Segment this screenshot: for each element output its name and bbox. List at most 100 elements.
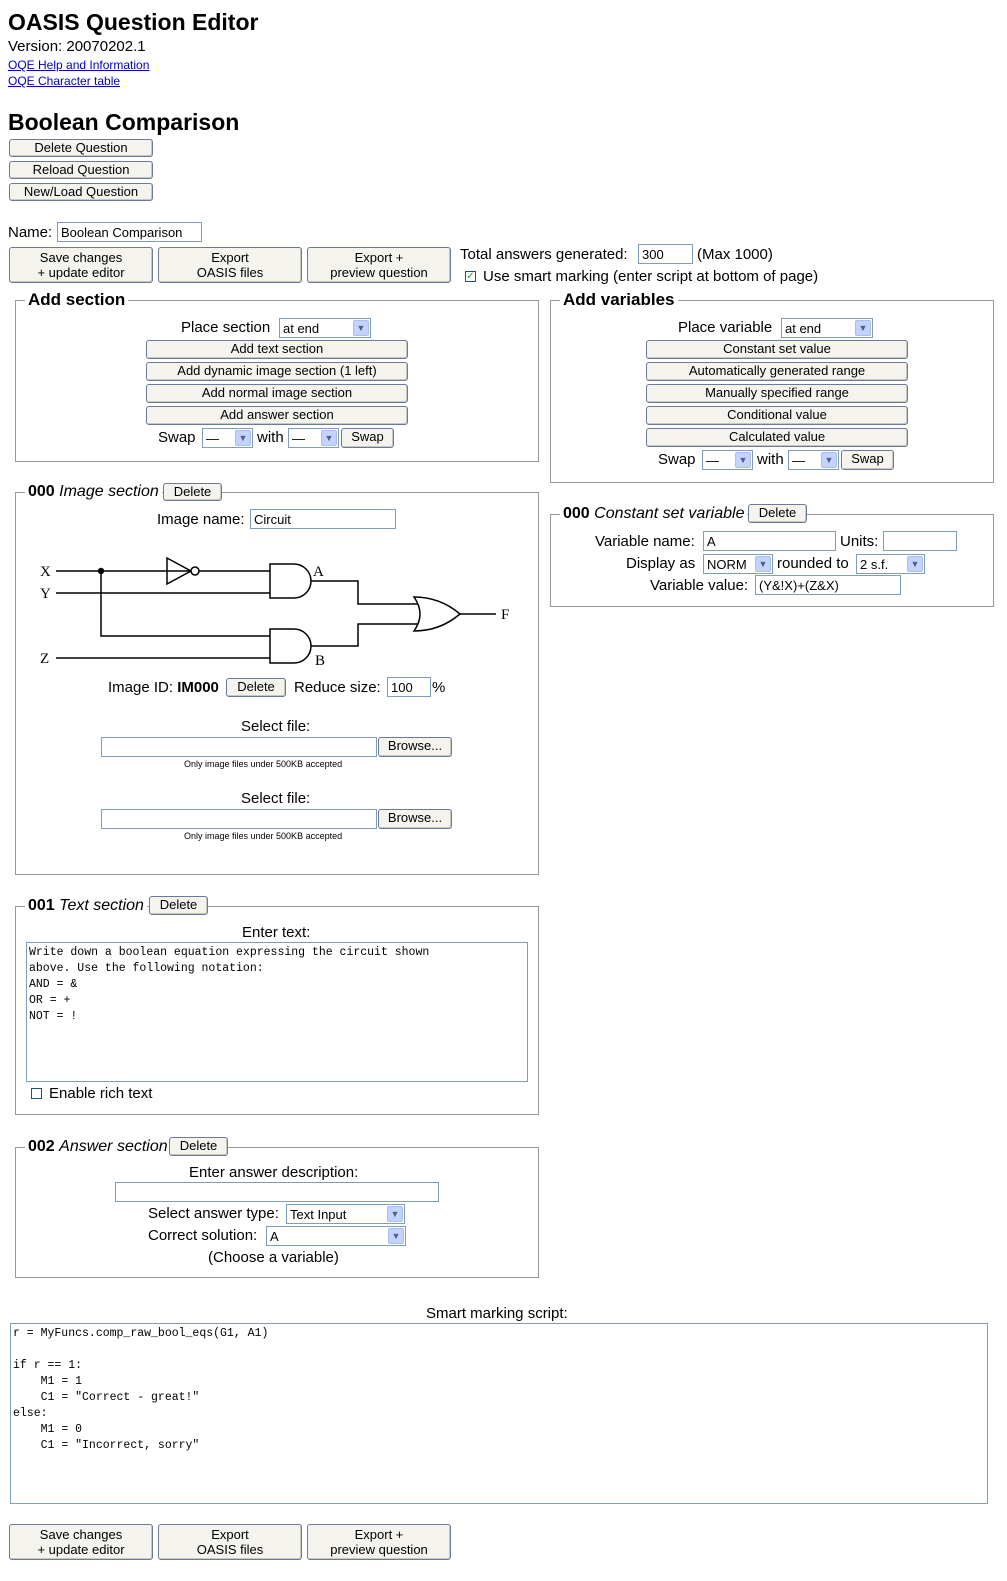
units-label: Units: (840, 533, 879, 550)
delete-question-button[interactable]: Delete Question (9, 139, 153, 157)
text-section-textarea[interactable]: Write down a boolean equation expressing… (26, 942, 528, 1082)
add-text-section-button[interactable]: Add text section (146, 340, 408, 359)
circuit-diagram: X Y Z A B F (40, 556, 509, 669)
wire-a-out (311, 580, 418, 605)
variable-name-input[interactable] (703, 531, 836, 551)
swap-from-select[interactable]: — ▼ (202, 428, 253, 448)
var-swap-label: Swap (658, 451, 696, 468)
answer-type-select[interactable]: Text Input ▼ (286, 1204, 405, 1224)
variable-value-input[interactable] (755, 575, 901, 595)
label-f: F (501, 607, 509, 623)
swap-to-select[interactable]: — ▼ (288, 428, 339, 448)
save-line1: Save changes (39, 250, 123, 265)
and-gate-a (269, 563, 312, 599)
text-section-legend: 001 Text section (25, 897, 147, 915)
place-section-select[interactable]: at end ▼ (279, 318, 371, 338)
calculated-value-button[interactable]: Calculated value (646, 428, 908, 447)
var-swap-from-select[interactable]: — ▼ (702, 450, 753, 470)
enter-text-label: Enter text: (242, 924, 311, 941)
total-max-label: (Max 1000) (697, 246, 773, 263)
browse-button-2[interactable]: Browse... (378, 809, 452, 829)
text-section-type: Text section (59, 897, 144, 914)
rounded-to-select[interactable]: 2 s.f. ▼ (856, 554, 925, 574)
chevron-down-icon: ▼ (388, 1228, 404, 1244)
variable-name-label: Variable name: (595, 533, 695, 550)
variable-type: Constant set variable (594, 505, 745, 522)
new-load-question-button[interactable]: New/Load Question (9, 183, 153, 201)
add-normal-image-button[interactable]: Add normal image section (146, 384, 408, 403)
delete-image-button[interactable]: Delete (226, 678, 286, 697)
reduce-size-input[interactable] (387, 677, 431, 697)
place-section-label: Place section (181, 319, 271, 336)
file-input-2[interactable] (101, 809, 377, 829)
version-text: Version: 20070202.1 (8, 38, 146, 55)
answer-desc-input[interactable] (115, 1182, 439, 1202)
help-link[interactable]: OQE Help and Information (8, 58, 149, 72)
var-swap-from-value: — (706, 453, 719, 468)
add-answer-section-button[interactable]: Add answer section (146, 406, 408, 425)
smart-marking-checkbox[interactable]: ✓ (465, 271, 476, 282)
export-oasis-button[interactable]: Export OASIS files (158, 247, 302, 283)
total-answers-label: Total answers generated: (460, 246, 628, 263)
image-name-input[interactable] (250, 509, 396, 529)
add-dynamic-image-button[interactable]: Add dynamic image section (1 left) (146, 362, 408, 381)
smart-marking-label: Use smart marking (enter script at botto… (483, 268, 819, 285)
manual-range-button[interactable]: Manually specified range (646, 384, 908, 403)
preview-line1-bottom: Export + (354, 1527, 404, 1542)
display-as-select[interactable]: NORM ▼ (703, 554, 773, 574)
rounded-to-value: 2 s.f. (860, 557, 889, 572)
answer-section-type: Answer section (59, 1138, 168, 1155)
delete-image-section-button[interactable]: Delete (163, 483, 222, 501)
constant-set-value-button[interactable]: Constant set value (646, 340, 908, 359)
swap-variables-button[interactable]: Swap (841, 450, 894, 470)
place-section-value: at end (283, 321, 320, 336)
correct-solution-label: Correct solution: (148, 1227, 258, 1244)
file-input-1[interactable] (101, 737, 377, 757)
chevron-down-icon: ▼ (321, 430, 337, 446)
save-changes-button-bottom[interactable]: Save changes + update editor (9, 1524, 153, 1560)
chevron-down-icon: ▼ (353, 320, 369, 336)
image-section-legend: 000 Image section (25, 483, 162, 501)
delete-answer-section-button[interactable]: Delete (169, 1137, 228, 1156)
save-line1-bottom: Save changes (39, 1527, 123, 1542)
rich-text-checkbox[interactable] (31, 1088, 42, 1099)
swap-sections-button[interactable]: Swap (341, 428, 394, 448)
auto-range-button[interactable]: Automatically generated range (646, 362, 908, 381)
preview-line2: preview question (330, 265, 428, 280)
browse-button-1[interactable]: Browse... (378, 737, 452, 757)
question-name-input[interactable] (57, 222, 202, 242)
char-table-link[interactable]: OQE Character table (8, 74, 120, 88)
export-preview-button-bottom[interactable]: Export + preview question (307, 1524, 451, 1560)
export-oasis-button-bottom[interactable]: Export OASIS files (158, 1524, 302, 1560)
units-input[interactable] (883, 531, 957, 551)
chevron-down-icon: ▼ (387, 1206, 403, 1222)
correct-solution-select[interactable]: A ▼ (266, 1226, 406, 1246)
export-line1: Export (211, 250, 249, 265)
save-changes-button[interactable]: Save changes + update editor (9, 247, 153, 283)
var-swap-to-select[interactable]: — ▼ (788, 450, 839, 470)
var-swap-to-value: — (792, 453, 805, 468)
chevron-down-icon: ▼ (821, 452, 837, 468)
correct-solution-value: A (270, 1229, 279, 1244)
app-title: OASIS Question Editor (8, 9, 259, 35)
export-line2-bottom: OASIS files (196, 1542, 264, 1557)
name-label: Name: (8, 224, 53, 241)
var-with-label: with (757, 451, 784, 468)
delete-text-section-button[interactable]: Delete (149, 896, 208, 915)
label-y: Y (40, 586, 51, 602)
delete-variable-button[interactable]: Delete (748, 504, 807, 523)
wire-b-out (311, 623, 418, 647)
swap-to-value: — (292, 431, 305, 446)
variable-value-label: Variable value: (650, 577, 749, 594)
smart-marking-textarea[interactable]: r = MyFuncs.comp_raw_bool_eqs(G1, A1) if… (10, 1323, 988, 1504)
chevron-down-icon: ▼ (755, 556, 771, 572)
reload-question-button[interactable]: Reload Question (9, 161, 153, 179)
total-answers-input[interactable] (638, 244, 693, 264)
add-variables-legend: Add variables (560, 290, 678, 310)
display-as-label: Display as (626, 555, 696, 572)
preview-line2-bottom: preview question (330, 1542, 428, 1557)
conditional-value-button[interactable]: Conditional value (646, 406, 908, 425)
place-variable-select[interactable]: at end ▼ (781, 318, 873, 338)
smart-marking-script-label: Smart marking script: (426, 1305, 568, 1322)
export-preview-button[interactable]: Export + preview question (307, 247, 451, 283)
